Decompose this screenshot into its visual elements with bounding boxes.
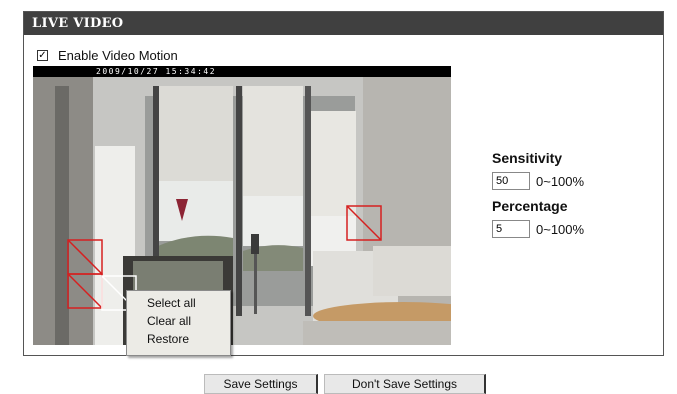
save-settings-button[interactable]: Save Settings	[204, 374, 318, 394]
context-menu: Select all Clear all Restore	[126, 290, 231, 356]
dont-save-settings-button[interactable]: Don't Save Settings	[324, 374, 486, 394]
context-menu-clear-all[interactable]: Clear all	[127, 312, 230, 330]
enable-video-motion-checkbox[interactable]: ✓	[37, 49, 48, 61]
panel-title: LIVE VIDEO	[24, 12, 663, 35]
percentage-input[interactable]	[492, 220, 530, 238]
sensitivity-input[interactable]	[492, 172, 530, 190]
context-menu-restore[interactable]: Restore	[127, 330, 230, 348]
enable-video-motion-label: Enable Video Motion	[58, 47, 178, 63]
enable-video-motion-row: ✓ Enable Video Motion	[37, 47, 178, 63]
camera-view	[33, 77, 451, 345]
sensitivity-label: Sensitivity	[492, 150, 563, 166]
sensitivity-range: 0~100%	[536, 173, 585, 189]
video-frame[interactable]: 2009/10/27 15:34:42	[33, 66, 451, 345]
percentage-label: Percentage	[492, 198, 568, 214]
motion-settings: Sensitivity 0~100% Percentage 0~100%	[492, 150, 584, 246]
context-menu-select-all[interactable]: Select all	[127, 294, 230, 312]
percentage-range: 0~100%	[536, 221, 585, 237]
